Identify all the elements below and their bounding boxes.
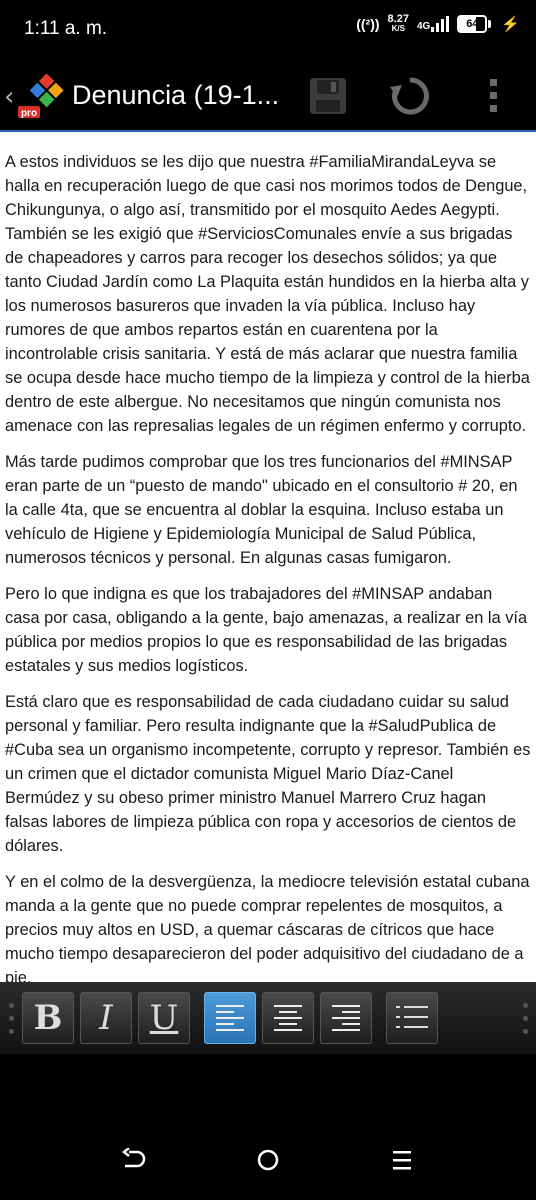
nav-recents-button[interactable] <box>382 1140 422 1180</box>
network-speed-value: 8.27 <box>387 13 409 25</box>
toolbar-grip-icon[interactable] <box>0 988 22 1048</box>
document-editor[interactable]: A estos individuos se les dijo que nuest… <box>0 130 536 982</box>
paragraph[interactable]: Está claro que es responsabilidad de cad… <box>5 690 531 858</box>
text-style-group: B I U <box>22 992 190 1044</box>
logo-badge: pro <box>21 108 37 119</box>
document-body[interactable]: A estos individuos se les dijo que nuest… <box>0 132 536 982</box>
hotspot-icon: ((²)) <box>356 16 380 32</box>
numbered-list-button[interactable] <box>386 992 438 1044</box>
refresh-icon <box>390 77 429 115</box>
alignment-group <box>204 992 372 1044</box>
status-icons: ((²)) 8.27 K/S 4G 64 ⚡ <box>356 14 520 34</box>
network-speed-unit: K/S <box>391 24 405 33</box>
network-speed: 8.27 K/S <box>388 14 409 34</box>
paragraph[interactable]: Más tarde pudimos comprobar que los tres… <box>5 450 531 570</box>
signal-icon: 4G <box>416 16 450 32</box>
more-options-button[interactable] <box>470 72 518 120</box>
network-type: 4G <box>416 21 431 32</box>
paragraph[interactable]: Pero lo que indigna es que los trabajado… <box>5 582 531 678</box>
status-time: 1:11 a. m. <box>24 18 108 39</box>
recents-icon <box>393 1151 411 1170</box>
charging-icon: ⚡ <box>501 16 520 33</box>
save-button[interactable] <box>304 72 352 120</box>
nav-back-button[interactable] <box>114 1140 154 1180</box>
document-title: Denuncia (19-1... <box>72 80 280 110</box>
numbered-list-icon <box>396 1006 428 1028</box>
align-center-button[interactable] <box>262 992 314 1044</box>
list-group <box>386 992 438 1044</box>
battery-level: 64 <box>466 18 479 30</box>
toolbar-grip-right-icon[interactable] <box>514 988 536 1048</box>
align-right-button[interactable] <box>320 992 372 1044</box>
formatting-toolbar: B I U <box>0 982 536 1054</box>
align-left-button[interactable] <box>204 992 256 1044</box>
bold-button[interactable]: B <box>22 992 74 1044</box>
back-icon[interactable]: ‹ <box>4 82 14 112</box>
app-logo-icon[interactable]: pro <box>18 73 64 122</box>
align-right-icon <box>332 1005 360 1031</box>
home-icon <box>257 1149 279 1171</box>
battery-icon: 64 <box>457 15 492 33</box>
save-icon <box>310 78 346 114</box>
system-nav-bar <box>0 1054 536 1200</box>
back-nav-icon <box>121 1148 146 1168</box>
italic-button[interactable]: I <box>80 992 132 1044</box>
paragraph[interactable]: Y en el colmo de la desvergüenza, la med… <box>5 870 531 982</box>
nav-home-button[interactable] <box>248 1140 288 1180</box>
status-bar: 1:11 a. m. ((²)) 8.27 K/S 4G 64 ⚡ <box>0 0 536 60</box>
paragraph[interactable]: A estos individuos se les dijo que nuest… <box>5 150 531 438</box>
app-bar: ‹ pro Denuncia (19-1... <box>0 60 536 130</box>
align-left-icon <box>216 1005 244 1031</box>
underline-button[interactable]: U <box>138 992 190 1044</box>
more-vert-icon <box>490 79 497 112</box>
refresh-button[interactable] <box>386 72 434 120</box>
align-center-icon <box>274 1005 302 1031</box>
